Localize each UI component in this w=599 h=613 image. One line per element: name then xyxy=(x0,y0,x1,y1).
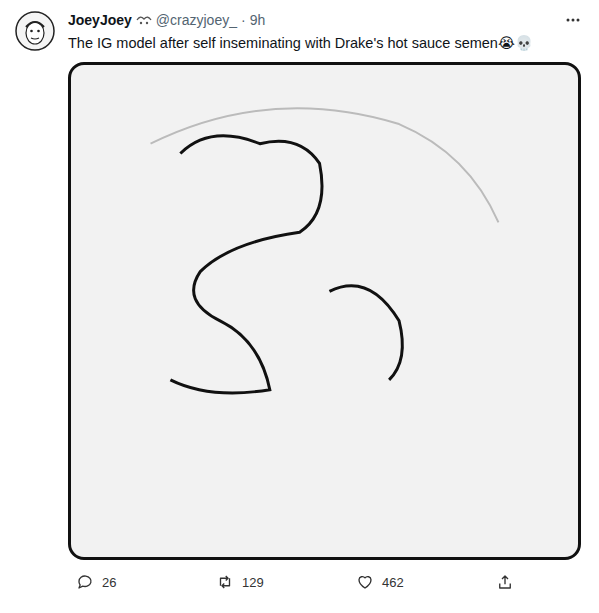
author-name[interactable]: JoeyJoey xyxy=(68,12,132,28)
post-time[interactable]: 9h xyxy=(250,12,266,28)
retweet-count: 129 xyxy=(242,575,264,590)
more-icon[interactable] xyxy=(565,12,581,28)
badge-icon xyxy=(136,14,152,26)
author-handle[interactable]: @crazyjoey_ xyxy=(156,12,237,28)
share-button[interactable] xyxy=(496,572,599,592)
sketch-icon xyxy=(71,65,578,557)
avatar[interactable] xyxy=(14,10,56,52)
tweet-text: The IG model after self inseminating wit… xyxy=(68,33,583,53)
tweet-image[interactable] xyxy=(68,62,581,560)
retweet-button[interactable]: 129 xyxy=(216,572,356,592)
action-bar: 26 129 462 xyxy=(68,572,583,592)
heart-icon xyxy=(356,573,374,591)
reply-button[interactable]: 26 xyxy=(76,572,216,592)
retweet-icon xyxy=(216,573,234,591)
like-count: 462 xyxy=(382,575,404,590)
face-icon xyxy=(15,11,55,51)
separator: · xyxy=(241,12,246,28)
reply-count: 26 xyxy=(102,575,116,590)
tweet-header: JoeyJoey @crazyjoey_ · 9h xyxy=(68,10,583,30)
tweet-content: JoeyJoey @crazyjoey_ · 9h The IG model a… xyxy=(68,10,583,613)
share-icon xyxy=(496,573,514,591)
reply-icon xyxy=(76,573,94,591)
tweet: JoeyJoey @crazyjoey_ · 9h The IG model a… xyxy=(0,0,599,613)
like-button[interactable]: 462 xyxy=(356,572,496,592)
